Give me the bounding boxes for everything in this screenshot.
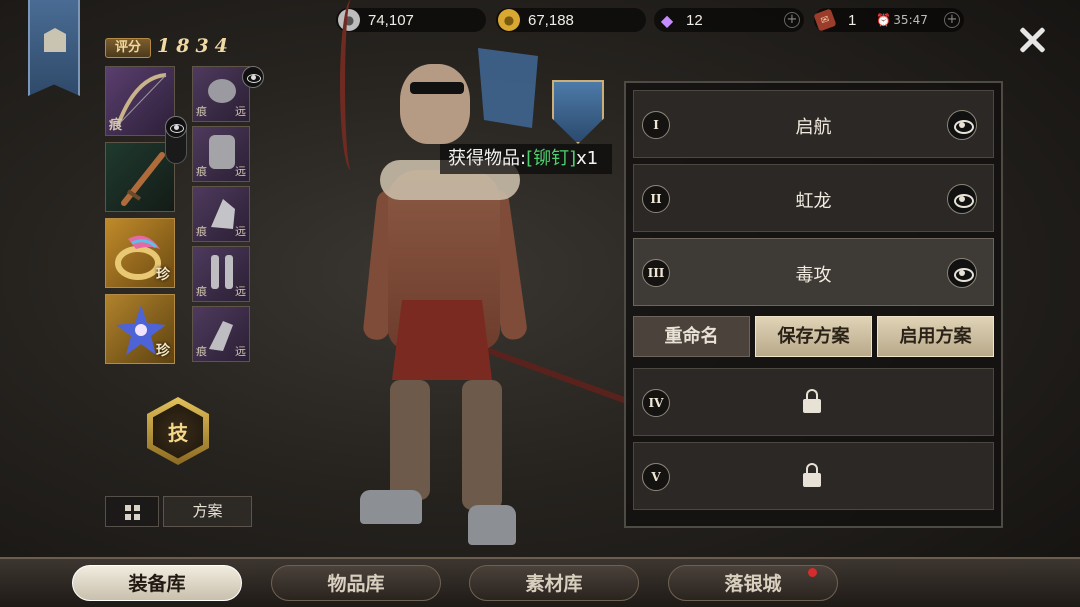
skill-button[interactable]: 技 bbox=[147, 397, 209, 465]
legs-slot[interactable]: 痕 远 bbox=[192, 246, 250, 302]
chest-slot[interactable]: 痕 远 bbox=[192, 126, 250, 182]
diamond-resource: ◆ 12 + bbox=[654, 8, 804, 32]
scheme-name: 启航 bbox=[795, 117, 832, 138]
skill-label: 技 bbox=[153, 403, 203, 459]
score-label: 评分 bbox=[105, 38, 151, 58]
shield-icon bbox=[552, 80, 604, 144]
scheme-name: 虹龙 bbox=[795, 191, 832, 212]
tab-equipment[interactable]: 装备库 bbox=[72, 565, 242, 601]
eye-icon[interactable] bbox=[947, 184, 977, 214]
gloves-slot[interactable]: 痕 远 bbox=[192, 186, 250, 242]
lock-icon bbox=[802, 463, 822, 487]
item-obtained-toast: 获得物品:[铆钉]x1 bbox=[440, 144, 613, 174]
character-right-leg bbox=[462, 380, 502, 510]
back-flag-icon bbox=[478, 48, 538, 128]
scheme-row-4-locked[interactable]: IV bbox=[633, 368, 994, 436]
rename-button[interactable]: 重命名 bbox=[633, 316, 750, 357]
score-value: 1834 bbox=[157, 35, 234, 57]
sunglasses-icon bbox=[410, 82, 464, 94]
character-left-leg bbox=[390, 380, 430, 500]
slot-tag: 痕 bbox=[196, 105, 207, 118]
ring-slot[interactable]: 珍 bbox=[105, 218, 175, 288]
scheme-name: 毒攻 bbox=[795, 265, 832, 286]
ticket-resource: ✉ 1 ⏰ 35:47 + bbox=[813, 8, 964, 32]
slot-tag: 痕 bbox=[196, 165, 207, 178]
rare-tag: 珍 bbox=[156, 267, 170, 283]
amulet-slot[interactable]: 珍 bbox=[105, 294, 175, 364]
clock-icon: ⏰ bbox=[876, 13, 892, 27]
eye-icon[interactable] bbox=[947, 258, 977, 288]
notification-dot bbox=[808, 568, 817, 577]
eye-icon[interactable] bbox=[947, 110, 977, 140]
diamond-icon: ◆ bbox=[660, 10, 674, 30]
gold-resource: ● 67,188 bbox=[496, 8, 646, 32]
bow-icon bbox=[340, 0, 362, 170]
plan-button[interactable]: 方案 bbox=[163, 496, 252, 527]
add-ticket-button[interactable]: + bbox=[944, 12, 960, 28]
toast-count: x1 bbox=[576, 148, 599, 169]
scheme-row-1[interactable]: I 启航 bbox=[633, 90, 994, 158]
rare-tag: 珍 bbox=[156, 343, 170, 359]
scheme-row-2[interactable]: II 虹龙 bbox=[633, 164, 994, 232]
slot-tag: 远 bbox=[235, 225, 246, 238]
eye-icon bbox=[165, 116, 187, 138]
slot-tag: 远 bbox=[235, 345, 246, 358]
guild-banner[interactable] bbox=[28, 0, 80, 96]
apply-scheme-button[interactable]: 启用方案 bbox=[877, 316, 994, 357]
monkey-head bbox=[400, 64, 470, 144]
visibility-toggle[interactable] bbox=[165, 116, 187, 164]
ticket-icon: ✉ bbox=[813, 8, 837, 32]
scheme-row-3[interactable]: III 毒攻 bbox=[633, 238, 994, 306]
toast-item: [铆钉] bbox=[526, 148, 577, 169]
timer-value: 35:47 bbox=[893, 13, 928, 27]
gold-value: 67,188 bbox=[528, 11, 574, 29]
boots-slot[interactable]: 痕 远 bbox=[192, 306, 250, 362]
close-icon[interactable] bbox=[1016, 24, 1048, 56]
slot-tag: 远 bbox=[235, 105, 246, 118]
gold-coin-icon: ● bbox=[498, 9, 520, 31]
roman-numeral-badge: IV bbox=[642, 389, 670, 417]
character-right-boot bbox=[468, 505, 516, 545]
toast-prefix: 获得物品: bbox=[448, 148, 527, 169]
tab-items[interactable]: 物品库 bbox=[271, 565, 441, 601]
castle-emblem-icon bbox=[44, 28, 66, 52]
slot-tag: 痕 bbox=[109, 118, 123, 133]
slot-tag: 痕 bbox=[196, 285, 207, 298]
tab-materials[interactable]: 素材库 bbox=[469, 565, 639, 601]
roman-numeral-badge: V bbox=[642, 463, 670, 491]
diamond-value: 12 bbox=[686, 11, 703, 29]
lock-icon bbox=[802, 389, 822, 413]
add-diamond-button[interactable]: + bbox=[784, 12, 800, 28]
slot-tag: 远 bbox=[235, 285, 246, 298]
slot-tag: 痕 bbox=[196, 345, 207, 358]
grid-view-button[interactable] bbox=[105, 496, 159, 527]
eye-toggle-icon[interactable] bbox=[242, 66, 264, 88]
ticket-value: 1 bbox=[848, 11, 857, 29]
scheme-row-5-locked[interactable]: V bbox=[633, 442, 994, 510]
slot-tag: 痕 bbox=[196, 225, 207, 238]
character-left-boot bbox=[360, 490, 422, 524]
character-skirt bbox=[392, 300, 492, 380]
save-scheme-button[interactable]: 保存方案 bbox=[755, 316, 872, 357]
slot-tag: 远 bbox=[235, 165, 246, 178]
silver-value: 74,107 bbox=[368, 11, 414, 29]
